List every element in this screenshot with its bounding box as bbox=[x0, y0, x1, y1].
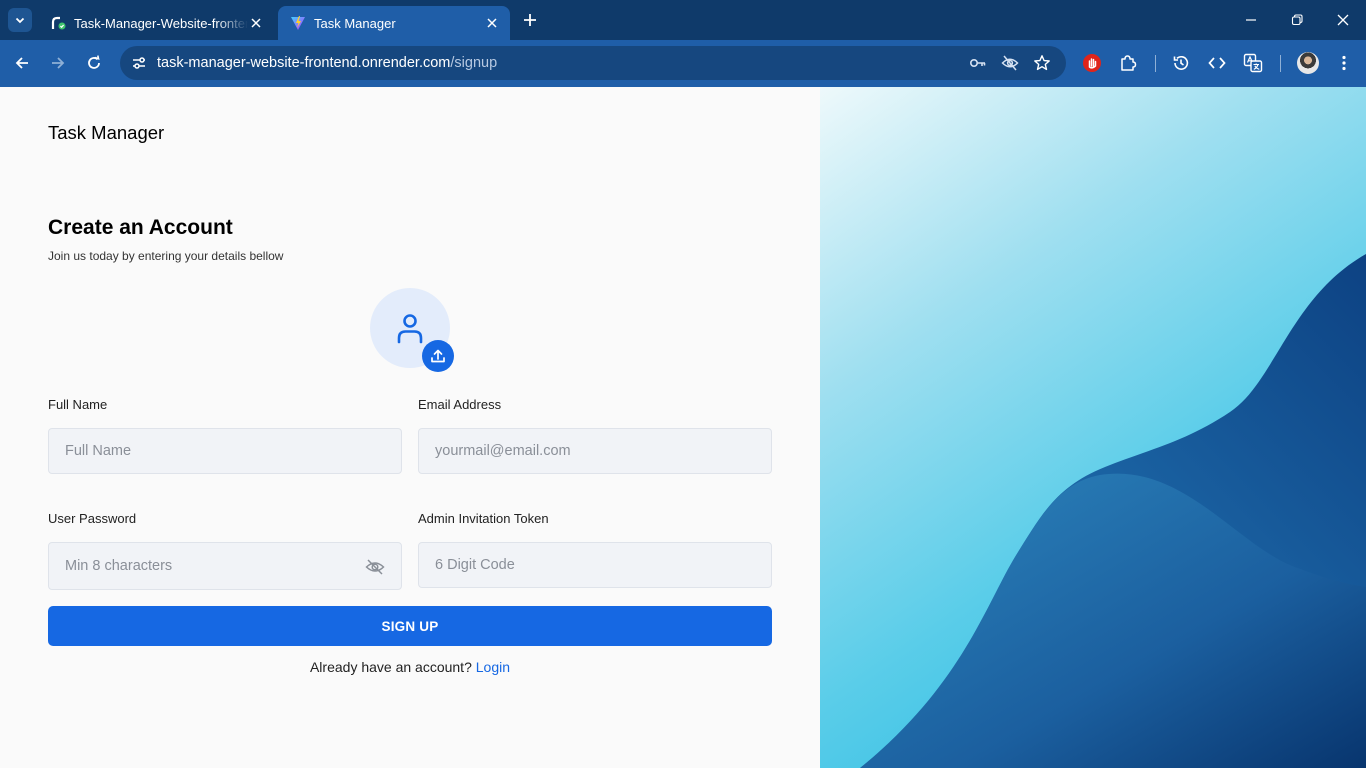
url-path: /signup bbox=[450, 55, 498, 71]
url-host: task-manager-website-frontend.onrender.c… bbox=[157, 55, 451, 71]
arrow-right-icon bbox=[52, 57, 65, 69]
toolbar-separator bbox=[1155, 55, 1156, 72]
password-key-button[interactable] bbox=[968, 53, 988, 73]
browser-menu-button[interactable] bbox=[1333, 52, 1355, 74]
toolbar-separator bbox=[1280, 55, 1281, 72]
history-button[interactable] bbox=[1170, 52, 1192, 74]
user-icon bbox=[397, 314, 423, 344]
close-icon bbox=[1337, 14, 1349, 26]
tune-icon bbox=[133, 57, 145, 69]
puzzle-icon bbox=[1121, 55, 1137, 71]
signup-panel: Task Manager Create an Account Join us t… bbox=[0, 87, 820, 768]
page-title: Create an Account bbox=[48, 216, 233, 239]
star-icon bbox=[1034, 55, 1050, 71]
render-favicon-icon bbox=[51, 16, 66, 30]
tab-task-manager[interactable]: Task Manager bbox=[278, 6, 510, 40]
eye-off-icon bbox=[365, 559, 385, 575]
upload-photo-button[interactable] bbox=[422, 340, 454, 372]
history-icon bbox=[1173, 55, 1189, 70]
tab-close-button[interactable] bbox=[484, 15, 500, 31]
tab-search-button[interactable] bbox=[8, 8, 32, 32]
url-text: task-manager-website-frontend.onrender.c… bbox=[157, 55, 497, 71]
profile-avatar[interactable] bbox=[1297, 52, 1319, 74]
new-tab-button[interactable] bbox=[520, 10, 540, 30]
hand-stop-icon bbox=[1083, 54, 1101, 72]
chevron-down-icon bbox=[15, 17, 25, 24]
upload-icon bbox=[431, 349, 445, 363]
page-content: Task Manager Create an Account Join us t… bbox=[0, 87, 1366, 768]
extensions-button[interactable] bbox=[1117, 52, 1139, 74]
minimize-button[interactable] bbox=[1239, 8, 1263, 32]
more-vertical-icon bbox=[1342, 55, 1346, 71]
toggle-password-visibility-button[interactable] bbox=[364, 556, 386, 578]
full-name-label: Full Name bbox=[48, 397, 108, 412]
invite-token-input[interactable] bbox=[418, 542, 772, 588]
decorative-wave-panel bbox=[820, 87, 1366, 768]
tab-task-manager-frontend[interactable]: Task-Manager-Website-frontend bbox=[38, 6, 274, 40]
translate-icon bbox=[1243, 53, 1263, 73]
address-bar[interactable]: task-manager-website-frontend.onrender.c… bbox=[120, 46, 1066, 80]
password-input[interactable] bbox=[48, 542, 402, 590]
email-label: Email Address bbox=[418, 397, 502, 412]
tab-close-button[interactable] bbox=[248, 15, 264, 31]
login-prompt-text: Already have an account? bbox=[309, 659, 472, 675]
login-prompt: Already have an account? Login bbox=[0, 659, 820, 675]
close-icon bbox=[487, 18, 497, 28]
email-input[interactable] bbox=[418, 428, 772, 474]
bookmark-button[interactable] bbox=[1032, 53, 1052, 73]
invite-token-label: Admin Invitation Token bbox=[418, 511, 549, 526]
extension-adblock-button[interactable] bbox=[1081, 52, 1103, 74]
tab-title: Task Manager bbox=[314, 15, 396, 31]
key-icon bbox=[969, 59, 986, 68]
brand-title: Task Manager bbox=[48, 122, 165, 143]
reload-icon bbox=[88, 55, 100, 69]
restore-icon bbox=[1291, 14, 1303, 26]
page-subtitle: Join us today by entering your details b… bbox=[48, 249, 284, 263]
back-button[interactable] bbox=[11, 52, 33, 74]
close-window-button[interactable] bbox=[1331, 8, 1355, 32]
code-icon bbox=[1208, 57, 1226, 69]
forward-button[interactable] bbox=[47, 52, 69, 74]
login-link[interactable]: Login bbox=[476, 659, 510, 675]
close-icon bbox=[251, 18, 261, 28]
plus-icon bbox=[524, 14, 536, 26]
tracking-protection-button[interactable] bbox=[1000, 53, 1020, 73]
site-info-button[interactable] bbox=[128, 52, 150, 74]
tab-title: Task-Manager-Website-frontend bbox=[74, 15, 248, 31]
devtools-button[interactable] bbox=[1206, 52, 1228, 74]
minimize-icon bbox=[1246, 19, 1256, 21]
browser-toolbar: task-manager-website-frontend.onrender.c… bbox=[0, 40, 1366, 87]
wave-illustration bbox=[820, 87, 1366, 768]
translate-button[interactable] bbox=[1242, 52, 1264, 74]
browser-tab-bar: Task-Manager-Website-frontend Task Manag… bbox=[0, 0, 1366, 40]
restore-button[interactable] bbox=[1285, 8, 1309, 32]
sign-up-button[interactable]: SIGN UP bbox=[48, 606, 772, 646]
vite-favicon-icon bbox=[291, 16, 305, 30]
password-label: User Password bbox=[48, 511, 137, 526]
reload-button[interactable] bbox=[83, 52, 105, 74]
eye-off-icon bbox=[1001, 55, 1019, 71]
full-name-input[interactable] bbox=[48, 428, 402, 474]
arrow-left-icon bbox=[15, 57, 28, 69]
